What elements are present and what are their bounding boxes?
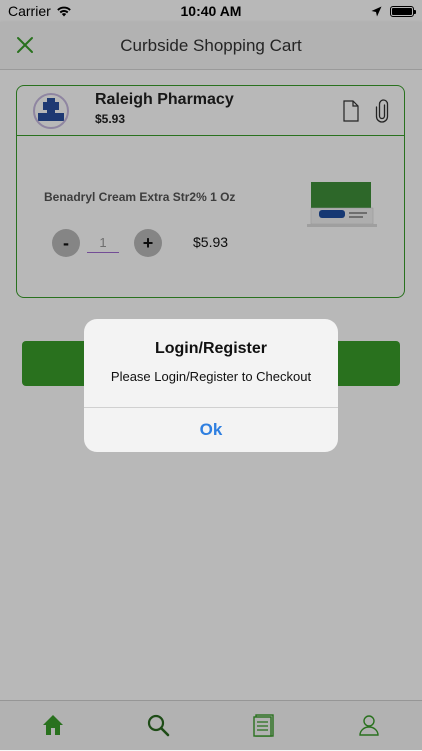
- alert-ok-button[interactable]: Ok: [84, 408, 338, 452]
- login-alert-dialog: Login/Register Please Login/Register to …: [84, 319, 338, 452]
- alert-message: Please Login/Register to Checkout: [110, 369, 312, 384]
- alert-title: Login/Register: [154, 340, 267, 357]
